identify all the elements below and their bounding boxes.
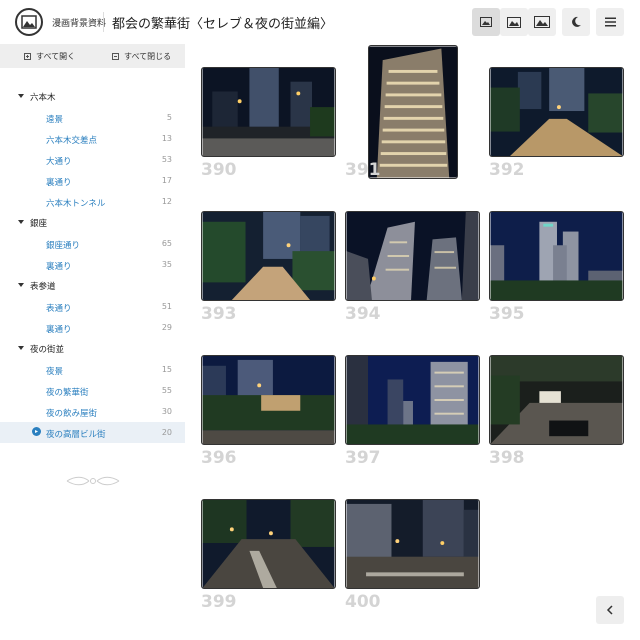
expand-all-button[interactable]: すべて開く — [24, 44, 75, 68]
caret-down-icon — [18, 94, 24, 98]
sidebar-item[interactable]: 六本木交差点 13 — [0, 128, 185, 149]
group-ginza[interactable]: 銀座 — [0, 212, 185, 233]
chevron-left-icon — [606, 605, 613, 615]
sidebar-item[interactable]: 裏通り 35 — [0, 254, 185, 275]
photo-number: 390 — [201, 160, 237, 180]
large-image-view-button[interactable] — [528, 8, 556, 36]
caret-down-icon — [18, 283, 24, 287]
sidebar-item[interactable]: 夜景 15 — [0, 359, 185, 380]
header: 漫画背景資料 都会の繁華街〈セレブ＆夜の街並編〉 — [0, 0, 640, 44]
photo-number: 392 — [489, 160, 525, 180]
image-small-icon — [480, 17, 492, 27]
category-menu: 六本木 遠景 5 六本木交差点 13 大通り 53 裏通り 17 六本木トンネル 12 銀… — [0, 86, 185, 443]
photo-number: 393 — [201, 304, 237, 324]
sidebar-item[interactable]: 六本木トンネル 12 — [0, 191, 185, 212]
photo-thumbnail[interactable] — [345, 211, 480, 301]
small-image-view-button[interactable] — [472, 8, 500, 36]
hamburger-icon — [604, 17, 616, 27]
sidebar-item-active[interactable]: ▸ 夜の高層ビル街 20 — [0, 422, 185, 443]
image-large-icon — [534, 16, 550, 28]
photo-number: 400 — [345, 592, 381, 612]
sidebar-item[interactable]: 銀座通り 65 — [0, 233, 185, 254]
collapse-all-button[interactable]: すべて閉じる — [112, 44, 171, 68]
collapse-all-label: すべて閉じる — [124, 51, 172, 61]
image-icon — [21, 15, 37, 29]
minus-square-icon — [112, 52, 119, 60]
sidebar-item[interactable]: 遠景 5 — [0, 107, 185, 128]
sidebar: すべて開く すべて閉じる 六本木 遠景 5 六本木交差点 13 大通り 53 裏通り 1… — [0, 44, 185, 640]
header-divider — [103, 12, 104, 32]
site-name[interactable]: 漫画背景資料 — [52, 16, 106, 29]
photo-thumbnail[interactable] — [201, 67, 336, 157]
arrow-right-icon: ▸ — [32, 427, 41, 436]
photo-number: 397 — [345, 448, 381, 468]
photo-number: 391 — [345, 160, 381, 180]
caret-down-icon — [18, 346, 24, 350]
photo-number: 398 — [489, 448, 525, 468]
group-night-streets[interactable]: 夜の街並 — [0, 338, 185, 359]
medium-image-view-button[interactable] — [500, 8, 528, 36]
menu-button[interactable] — [596, 8, 624, 36]
sidebar-item[interactable]: 夜の繁華街 55 — [0, 380, 185, 401]
photo-number: 395 — [489, 304, 525, 324]
sidebar-item[interactable]: 大通り 53 — [0, 149, 185, 170]
caret-down-icon — [18, 220, 24, 224]
expand-all-label: すべて開く — [36, 51, 76, 61]
plus-square-icon — [24, 52, 31, 60]
sidebar-item[interactable]: 裏通り 29 — [0, 317, 185, 338]
photo-thumbnail[interactable] — [345, 499, 480, 589]
sidebar-item[interactable]: 裏通り 17 — [0, 170, 185, 191]
photo-thumbnail[interactable] — [201, 355, 336, 445]
photo-thumbnail[interactable] — [345, 355, 480, 445]
sidebar-item[interactable]: 夜の飲み屋街 30 — [0, 401, 185, 422]
photo-number: 394 — [345, 304, 381, 324]
image-medium-icon — [507, 16, 521, 28]
site-logo[interactable] — [15, 8, 43, 36]
group-omotesando[interactable]: 表参道 — [0, 275, 185, 296]
photo-thumbnail[interactable] — [201, 499, 336, 589]
expand-collapse-bar: すべて開く すべて閉じる — [0, 44, 185, 68]
moon-icon — [572, 16, 581, 27]
photo-number: 399 — [201, 592, 237, 612]
photo-thumbnail[interactable] — [489, 211, 624, 301]
photo-thumbnail[interactable] — [489, 67, 624, 157]
photo-number: 396 — [201, 448, 237, 468]
photo-thumbnail[interactable] — [489, 355, 624, 445]
dark-mode-button[interactable] — [562, 8, 590, 36]
page-title: 都会の繁華街〈セレブ＆夜の街並編〉 — [112, 17, 334, 32]
ornament-flourish-icon — [66, 476, 120, 486]
sidebar-item[interactable]: 表通り 51 — [0, 296, 185, 317]
back-button[interactable] — [596, 596, 624, 624]
photo-thumbnail[interactable] — [368, 45, 458, 179]
group-roppongi[interactable]: 六本木 — [0, 86, 185, 107]
photo-thumbnail[interactable] — [201, 211, 336, 301]
